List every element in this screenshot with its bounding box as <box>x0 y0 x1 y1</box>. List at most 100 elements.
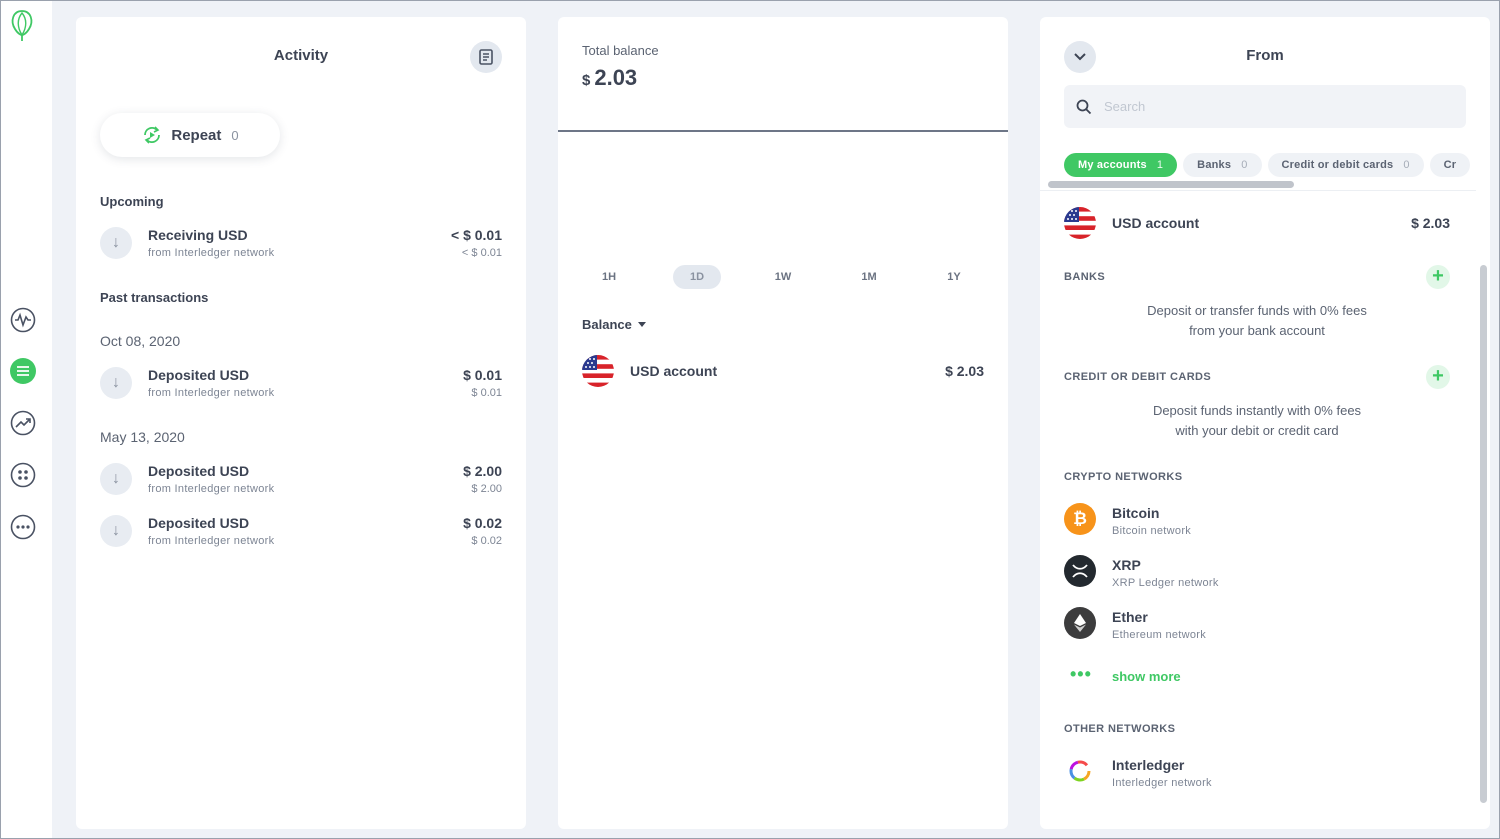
network-row-interledger[interactable]: Interledger Interledger network <box>1064 755 1450 791</box>
from-panel: From My accounts1Banks0Credit or debit c… <box>1040 17 1490 829</box>
trending-icon[interactable] <box>9 409 37 437</box>
repeat-play-icon <box>144 126 161 144</box>
search-input[interactable] <box>1104 99 1434 114</box>
transaction-subtitle: from Interledger network <box>148 483 275 495</box>
usd-account-row[interactable]: USD account $ 2.03 <box>582 355 984 391</box>
network-subtitle: Ethereum network <box>1112 629 1207 641</box>
transaction-amount: $ 0.01 <box>463 367 502 383</box>
usd-account-row[interactable]: USD account $ 2.03 <box>1064 207 1450 243</box>
arrow-down-icon: ↓ <box>100 463 132 495</box>
arrow-down-icon: ↓ <box>100 367 132 399</box>
banks-desc-line: from your bank account <box>1189 323 1325 338</box>
apps-icon[interactable] <box>9 461 37 489</box>
network-name: Bitcoin <box>1112 505 1160 521</box>
chip-crypto[interactable]: Cr <box>1429 153 1471 177</box>
panel-scrollbar[interactable] <box>1480 265 1487 803</box>
account-amount: $ 2.03 <box>1411 215 1450 231</box>
range-1h[interactable]: 1H <box>585 265 633 289</box>
search-box <box>1064 85 1466 128</box>
network-row-xrp[interactable]: XRP XRP Ledger network <box>1064 555 1450 591</box>
network-subtitle: XRP Ledger network <box>1112 577 1219 589</box>
upcoming-heading: Upcoming <box>100 194 164 209</box>
banks-desc-line: Deposit or transfer funds with 0% fees <box>1147 303 1367 318</box>
other-networks-heading: OTHER NETWORKS <box>1064 723 1176 735</box>
divider <box>1040 190 1476 191</box>
add-bank-button[interactable]: + <box>1426 265 1450 289</box>
network-subtitle: Bitcoin network <box>1112 525 1192 537</box>
transaction-subtitle: from Interledger network <box>148 387 275 399</box>
activity-pulse-icon[interactable] <box>9 306 37 334</box>
show-more-link[interactable]: ••• show more <box>1064 665 1264 687</box>
chip-label: Cr <box>1443 159 1457 171</box>
network-name: XRP <box>1112 557 1141 573</box>
account-name: USD account <box>1112 215 1200 231</box>
cards-description: Deposit funds instantly with 0% fees wit… <box>1064 401 1450 441</box>
sidebar <box>1 1 52 838</box>
transaction-row[interactable]: ↓ Deposited USD from Interledger network… <box>100 365 502 405</box>
arrow-down-icon: ↓ <box>100 515 132 547</box>
transaction-row[interactable]: ↓ Deposited USD from Interledger network… <box>100 513 502 553</box>
network-row-ether[interactable]: Ether Ethereum network <box>1064 607 1450 643</box>
date-heading: May 13, 2020 <box>100 429 185 445</box>
balance-chart-line <box>558 130 1008 132</box>
us-flag-icon <box>582 355 614 387</box>
balance-panel: Total balance $2.03 1H 1D 1W 1M 1Y Balan… <box>558 17 1008 829</box>
transaction-row[interactable]: ↓ Deposited USD from Interledger network… <box>100 461 502 501</box>
transaction-subtitle: from Interledger network <box>148 247 275 259</box>
network-name: Interledger <box>1112 757 1185 773</box>
chip-my-accounts[interactable]: My accounts 1 <box>1064 153 1178 177</box>
total-balance-label: Total balance <box>582 43 659 58</box>
transaction-amount-sub: $ 0.01 <box>471 387 502 399</box>
activity-title: Activity <box>273 47 329 64</box>
chip-cards[interactable]: Credit or debit cards 0 <box>1267 153 1424 177</box>
chips-scrollbar[interactable] <box>1048 181 1294 188</box>
range-1m[interactable]: 1M <box>845 265 893 289</box>
currency-symbol: $ <box>582 72 591 89</box>
crypto-heading: CRYPTO NETWORKS <box>1064 471 1183 483</box>
xrp-icon <box>1064 555 1096 587</box>
transaction-amount: $ 2.00 <box>463 463 502 479</box>
range-1y[interactable]: 1Y <box>930 265 978 289</box>
cards-desc-line: Deposit funds instantly with 0% fees <box>1152 403 1362 418</box>
network-subtitle: Interledger network <box>1112 777 1212 789</box>
date-heading: Oct 08, 2020 <box>100 333 181 349</box>
source-filter-tabs: My accounts 1 Banks 0 Credit or debit cards 0… <box>1064 153 1490 177</box>
show-more-label: show more <box>1112 669 1181 684</box>
network-name: Ether <box>1112 609 1148 625</box>
transaction-amount-sub: $ 0.02 <box>471 535 502 547</box>
more-icon[interactable] <box>9 513 37 541</box>
transaction-amount: $ 0.02 <box>463 515 502 531</box>
document-icon <box>479 49 493 65</box>
interledger-icon <box>1064 755 1096 787</box>
caret-down-icon <box>637 322 646 327</box>
total-balance-value: $2.03 <box>582 65 637 91</box>
activity-panel: Activity Repeat 0 Upcoming ↓ Receiving U… <box>76 17 526 829</box>
balance-dropdown[interactable]: Balance <box>582 317 646 332</box>
cards-heading: CREDIT OR DEBIT CARDS <box>1064 371 1212 383</box>
add-card-button[interactable]: + <box>1426 365 1450 389</box>
transaction-title: Deposited USD <box>148 367 250 383</box>
ether-icon <box>1064 607 1096 639</box>
past-heading: Past transactions <box>100 290 209 305</box>
bitcoin-icon: ₿ <box>1064 503 1096 535</box>
transaction-title: Deposited USD <box>148 463 250 479</box>
account-name: USD account <box>630 363 718 379</box>
repeat-button[interactable]: Repeat 0 <box>100 113 280 157</box>
range-1d[interactable]: 1D <box>673 265 721 289</box>
range-1w[interactable]: 1W <box>759 265 807 289</box>
from-title: From <box>1246 47 1284 64</box>
chip-count: 0 <box>1403 159 1410 171</box>
network-row-bitcoin[interactable]: ₿ Bitcoin Bitcoin network <box>1064 503 1450 539</box>
repeat-label: Repeat <box>171 126 222 144</box>
chip-banks[interactable]: Banks 0 <box>1183 153 1262 177</box>
upcoming-transaction[interactable]: ↓ Receiving USD from Interledger network… <box>100 225 502 265</box>
balance-amount: 2.03 <box>594 65 638 90</box>
uphold-logo-icon[interactable] <box>7 7 37 43</box>
statement-button[interactable] <box>470 41 502 73</box>
account-amount: $ 2.03 <box>945 363 984 379</box>
repeat-count: 0 <box>231 127 239 143</box>
list-icon[interactable] <box>9 357 37 385</box>
banks-heading: BANKS <box>1064 271 1106 283</box>
banks-description: Deposit or transfer funds with 0% fees f… <box>1064 301 1450 341</box>
chip-label: Banks <box>1197 159 1232 171</box>
